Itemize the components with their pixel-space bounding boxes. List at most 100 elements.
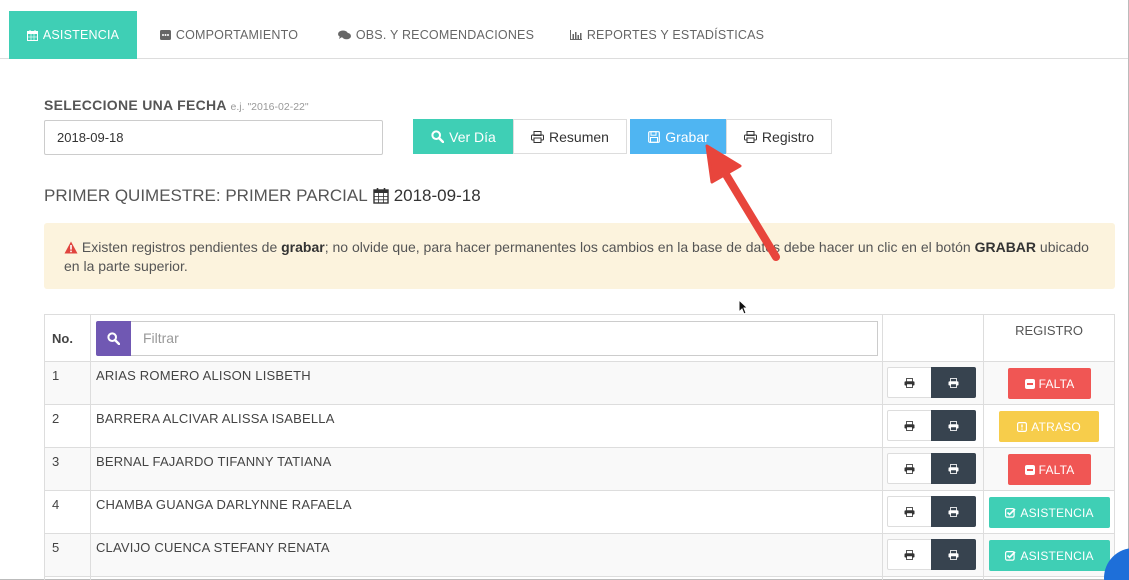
tab-asistencia-label: ASISTENCIA [42,28,120,42]
row-registro: ASISTENCIA [983,533,1115,577]
section-date: 2018-09-18 [393,186,481,205]
tab-obs-recomendaciones[interactable]: OBS. Y RECOMENDACIONES [332,11,540,59]
student-name-empty [89,576,884,580]
save-icon [648,130,661,143]
tab-comportamiento-label: COMPORTAMIENTO [175,28,299,42]
warning-icon [64,241,78,254]
table-row: 2 BARRERA ALCIVAR ALISSA ISABELLA ATRASO [44,404,1115,448]
print-icon [904,377,915,388]
print-icon [904,463,915,474]
print-detail-button[interactable] [931,496,977,527]
print-detail-button[interactable] [931,453,977,484]
grabar-button[interactable]: Grabar [630,119,727,154]
registro-label: Registro [761,128,815,145]
student-name: ARIAS ROMERO ALISON LISBETH [89,361,884,405]
minus-circle-icon [1024,464,1035,475]
minus-circle-icon [1024,378,1035,389]
row-actions-empty [882,576,985,580]
row-actions [882,447,985,491]
print-detail-button[interactable] [931,367,977,398]
grabar-label: Grabar [665,128,709,145]
tab-reportes[interactable]: REPORTES Y ESTADÍSTICAS [566,11,768,59]
print-icon [948,463,959,474]
resumen-label: Resumen [549,128,609,145]
print-icon [904,506,915,517]
row-actions [882,404,985,448]
student-name: CLAVIJO CUENCA STEFANY RENATA [89,533,884,577]
row-actions [882,361,985,405]
ver-dia-button[interactable]: Ver Día [413,119,514,154]
row-registro: FALTA [983,447,1115,491]
row-no: 1 [44,361,91,405]
col-no-header: No. [44,314,91,362]
print-detail-button[interactable] [931,410,977,441]
table-row-partial [44,576,1115,580]
row-registro: FALTA [983,361,1115,405]
date-label-text: SELECCIONE UNA FECHA [44,97,227,113]
registro-button[interactable]: Registro [726,119,832,154]
row-no: 3 [44,447,91,491]
alert-bold-1: grabar [281,239,325,255]
tab-comportamiento[interactable]: COMPORTAMIENTO [152,11,306,59]
row-actions [882,490,985,534]
search-icon [431,130,445,143]
table-row: 5 CLAVIJO CUENCA STEFANY RENATA ASISTENC… [44,533,1115,577]
section-title: PRIMER QUIMESTRE: PRIMER PARCIAL 2018-09… [44,186,481,206]
resumen-button[interactable]: Resumen [513,119,627,154]
section-title-text: PRIMER QUIMESTRE: PRIMER PARCIAL [44,186,368,205]
status-label: ATRASO [1031,419,1081,434]
student-name: BERNAL FAJARDO TIFANNY TATIANA [89,447,884,491]
mouse-cursor-icon [738,299,748,315]
status-label: ASISTENCIA [1020,548,1094,563]
status-falta-button[interactable]: FALTA [1008,454,1092,485]
student-name: BARRERA ALCIVAR ALISSA ISABELLA [89,404,884,448]
tab-asistencia[interactable]: ASISTENCIA [9,11,137,59]
tab-reportes-label: REPORTES Y ESTADÍSTICAS [586,28,765,42]
comment-box-icon [159,30,171,40]
print-icon [948,506,959,517]
table-row: 4 CHAMBA GUANGA DARLYNNE RAFAELA ASISTEN… [44,490,1115,534]
status-atraso-button[interactable]: ATRASO [999,411,1100,442]
row-no-empty [44,576,91,580]
students-table: No. REGISTRO 1 ARIAS ROMERO ALISON LISBE… [44,314,1115,580]
print-icon [948,377,959,388]
filter-input[interactable] [130,320,879,356]
pending-alert: Existen registros pendientes de grabar; … [44,223,1115,289]
status-falta-button[interactable]: FALTA [1008,368,1092,399]
date-hint: e.j. "2016-02-22" [230,101,309,113]
ver-dia-label: Ver Día [449,128,496,145]
row-no: 4 [44,490,91,534]
filter-cell [89,314,884,362]
print-detail-button[interactable] [931,539,977,570]
print-icon [948,420,959,431]
print-button[interactable] [887,539,933,570]
row-no: 2 [44,404,91,448]
row-registro: ATRASO [983,404,1115,448]
print-icon [904,549,915,560]
print-button[interactable] [887,453,933,484]
print-button[interactable] [887,410,933,441]
search-icon [107,331,120,345]
filter-search-button[interactable] [95,320,131,356]
status-label: FALTA [1038,462,1075,477]
tab-bar: ASISTENCIA COMPORTAMIENTO OBS. Y RECOMEN… [0,0,1128,59]
alert-text-1: Existen registros pendientes de [81,239,282,255]
table-row: 3 BERNAL FAJARDO TIFANNY TATIANA FALTA [44,447,1115,491]
table-header-row: No. REGISTRO [44,314,1115,362]
status-asistencia-button[interactable]: ASISTENCIA [989,497,1111,528]
print-button[interactable] [887,496,933,527]
date-input[interactable] [44,120,383,155]
print-icon [743,130,757,143]
print-icon [948,549,959,560]
actions-header [882,314,985,362]
print-button[interactable] [887,367,933,398]
row-no: 5 [44,533,91,577]
student-name: CHAMBA GUANGA DARLYNNE RAFAELA [89,490,884,534]
table-row: 1 ARIAS ROMERO ALISON LISBETH FALTA [44,361,1115,405]
print-icon [531,130,545,143]
row-actions [882,533,985,577]
row-registro: ASISTENCIA [983,490,1115,534]
status-asistencia-button[interactable]: ASISTENCIA [989,540,1111,571]
comments-icon [337,30,351,40]
tab-obs-label: OBS. Y RECOMENDACIONES [355,28,535,42]
